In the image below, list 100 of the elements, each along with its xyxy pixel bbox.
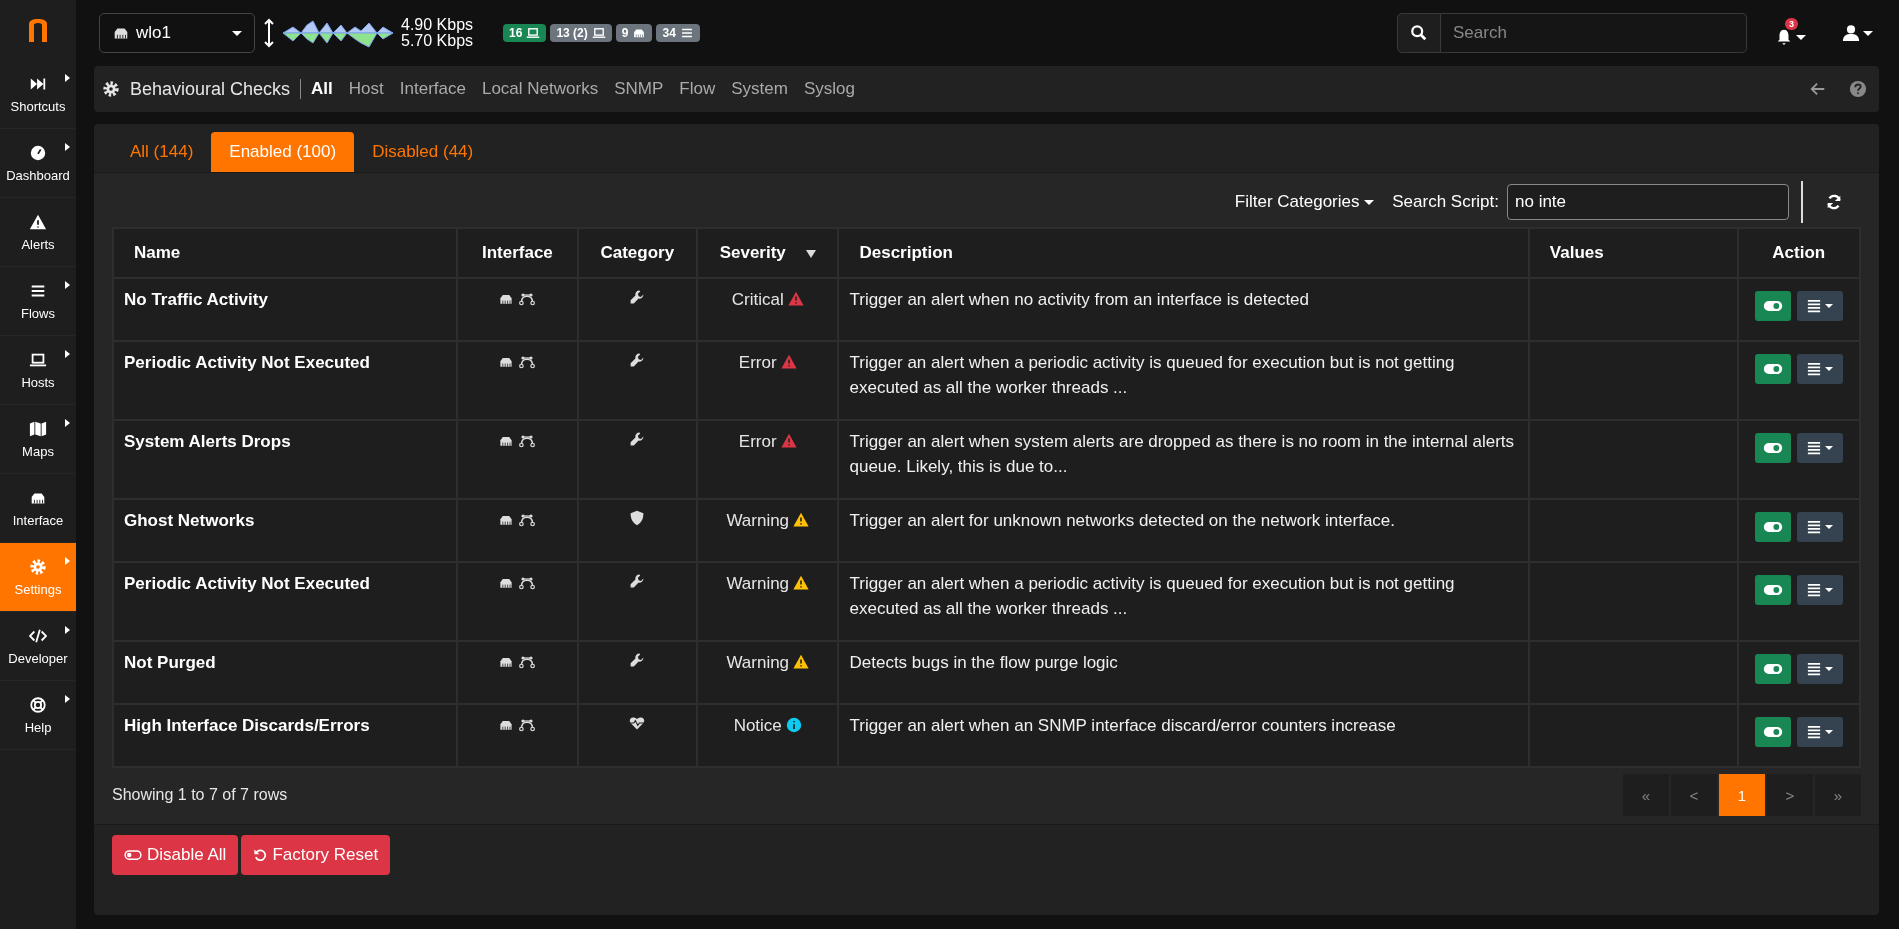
nav-link[interactable]: Syslog bbox=[803, 79, 855, 99]
severity-label: Error bbox=[738, 353, 777, 372]
check-description: Trigger an alert when a periodic activity is queued for execution but is not getting executed as all the worker threads ... bbox=[838, 562, 1529, 641]
bezier-curve-icon bbox=[517, 433, 538, 449]
user-menu-button[interactable] bbox=[1842, 24, 1873, 42]
sidebar-item[interactable]: Maps bbox=[0, 405, 76, 474]
pagination-button[interactable]: > bbox=[1767, 774, 1813, 816]
caret-icon bbox=[65, 557, 70, 565]
toggle-button[interactable] bbox=[1754, 717, 1791, 747]
action-button[interactable]: Disable All bbox=[112, 835, 239, 875]
check-description: Trigger an alert for unknown networks detected on the network interface. bbox=[838, 499, 1529, 562]
bell-icon bbox=[1775, 28, 1793, 46]
sidebar-item[interactable]: Developer bbox=[0, 612, 76, 681]
check-description: Detects bugs in the flow purge logic bbox=[838, 641, 1529, 704]
caret-icon bbox=[1796, 34, 1806, 40]
sidebar-item[interactable]: Shortcuts bbox=[0, 60, 76, 129]
filter-tab[interactable]: Disabled (44) bbox=[354, 132, 492, 172]
toggle-icon bbox=[1762, 726, 1783, 738]
toggle-button[interactable] bbox=[1754, 291, 1791, 321]
search-button[interactable] bbox=[1397, 13, 1441, 53]
toggle-icon bbox=[1762, 300, 1783, 312]
actions-dropdown-button[interactable] bbox=[1796, 717, 1843, 747]
lifering-icon bbox=[29, 695, 47, 714]
actions-dropdown-button[interactable] bbox=[1796, 654, 1843, 684]
help-icon[interactable] bbox=[1849, 80, 1867, 98]
toggle-icon bbox=[1762, 521, 1783, 533]
pagination-button[interactable]: » bbox=[1815, 774, 1861, 816]
rows-summary: Showing 1 to 7 of 7 rows bbox=[112, 786, 288, 804]
notification-count: 3 bbox=[1785, 18, 1798, 30]
pagination-button[interactable]: < bbox=[1671, 774, 1717, 816]
sidebar-item[interactable]: Flows bbox=[0, 267, 76, 336]
column-header[interactable]: Severity bbox=[697, 228, 839, 278]
actions-dropdown-button[interactable] bbox=[1796, 291, 1843, 321]
actions-dropdown-button[interactable] bbox=[1796, 354, 1843, 384]
search-field[interactable]: Search bbox=[1441, 13, 1747, 53]
list-icon bbox=[1806, 362, 1821, 376]
toggle-button[interactable] bbox=[1754, 433, 1791, 463]
bezier-curve-icon bbox=[517, 654, 538, 670]
severity-label: Notice bbox=[733, 716, 782, 735]
nav-link[interactable]: SNMP bbox=[614, 79, 664, 99]
sidebar-item[interactable]: Alerts bbox=[0, 198, 76, 267]
search-script-field[interactable]: no inte bbox=[1507, 184, 1789, 220]
pagination-button[interactable]: « bbox=[1623, 774, 1669, 816]
heartbeat-icon bbox=[629, 715, 646, 731]
refresh-icon[interactable] bbox=[1825, 193, 1843, 211]
nav-link[interactable]: Interface bbox=[399, 79, 466, 99]
gear-icon bbox=[102, 80, 120, 98]
caret-icon bbox=[1863, 30, 1873, 36]
nav-link[interactable]: Host bbox=[348, 79, 384, 99]
column-header[interactable]: Action bbox=[1737, 228, 1860, 278]
nav-link[interactable]: Flow bbox=[679, 79, 716, 99]
list-icon bbox=[679, 26, 694, 40]
undo-icon bbox=[253, 848, 268, 862]
shield-icon bbox=[629, 510, 646, 526]
filter-categories-dropdown[interactable]: Filter Categories bbox=[1234, 192, 1375, 212]
toggle-button[interactable] bbox=[1754, 654, 1791, 684]
check-name: System Alerts Drops bbox=[113, 420, 458, 499]
list-icon bbox=[1806, 441, 1821, 455]
column-header[interactable]: Interface bbox=[457, 228, 578, 278]
sidebar-item[interactable]: Dashboard bbox=[0, 129, 76, 198]
column-header[interactable]: Name bbox=[113, 228, 458, 278]
bezier-curve-icon bbox=[517, 354, 538, 370]
search-icon bbox=[1410, 24, 1428, 42]
download-rate: 5.70 Kbps bbox=[401, 33, 474, 49]
wrench-icon bbox=[629, 431, 646, 447]
check-name: No Traffic Activity bbox=[113, 278, 458, 341]
list-icon bbox=[1806, 520, 1821, 534]
nav-link[interactable]: Local Networks bbox=[481, 79, 599, 99]
column-header[interactable]: Description bbox=[838, 228, 1529, 278]
severity-label: Error bbox=[738, 432, 777, 451]
nav-link[interactable]: System bbox=[731, 79, 788, 99]
toggle-button[interactable] bbox=[1754, 512, 1791, 542]
sidebar-item[interactable]: Hosts bbox=[0, 336, 76, 405]
filter-tab[interactable]: All (144) bbox=[112, 132, 212, 172]
up-down-arrow-icon bbox=[263, 18, 275, 48]
count-badge[interactable]: 16 bbox=[503, 24, 547, 42]
map-icon bbox=[29, 419, 47, 438]
action-button[interactable]: Factory Reset bbox=[241, 835, 391, 875]
column-header[interactable]: Category bbox=[577, 228, 697, 278]
check-description: Trigger an alert when no activity from an interface is detected bbox=[838, 278, 1529, 341]
list-icon bbox=[1806, 299, 1821, 313]
interface-select[interactable]: wlo1 bbox=[99, 13, 255, 53]
actions-dropdown-button[interactable] bbox=[1796, 433, 1843, 463]
nav-link[interactable]: All bbox=[311, 79, 333, 99]
back-arrow-icon[interactable] bbox=[1809, 80, 1827, 98]
count-badge[interactable]: 9 bbox=[615, 24, 653, 42]
toggle-button[interactable] bbox=[1754, 575, 1791, 605]
wrench-icon bbox=[629, 652, 646, 668]
actions-dropdown-button[interactable] bbox=[1796, 512, 1843, 542]
count-badge[interactable]: 34 bbox=[656, 24, 700, 42]
check-name: Periodic Activity Not Executed bbox=[113, 562, 458, 641]
notifications-button[interactable]: 3 bbox=[1775, 18, 1808, 48]
toggle-button[interactable] bbox=[1754, 354, 1791, 384]
bezier-curve-icon bbox=[517, 575, 538, 591]
count-badge[interactable]: 13 (2) bbox=[550, 24, 612, 42]
column-header[interactable]: Values bbox=[1528, 228, 1738, 278]
sidebar-item[interactable]: Help bbox=[0, 681, 76, 750]
check-name: Periodic Activity Not Executed bbox=[113, 341, 458, 420]
actions-dropdown-button[interactable] bbox=[1796, 575, 1843, 605]
caret-icon bbox=[65, 143, 70, 151]
